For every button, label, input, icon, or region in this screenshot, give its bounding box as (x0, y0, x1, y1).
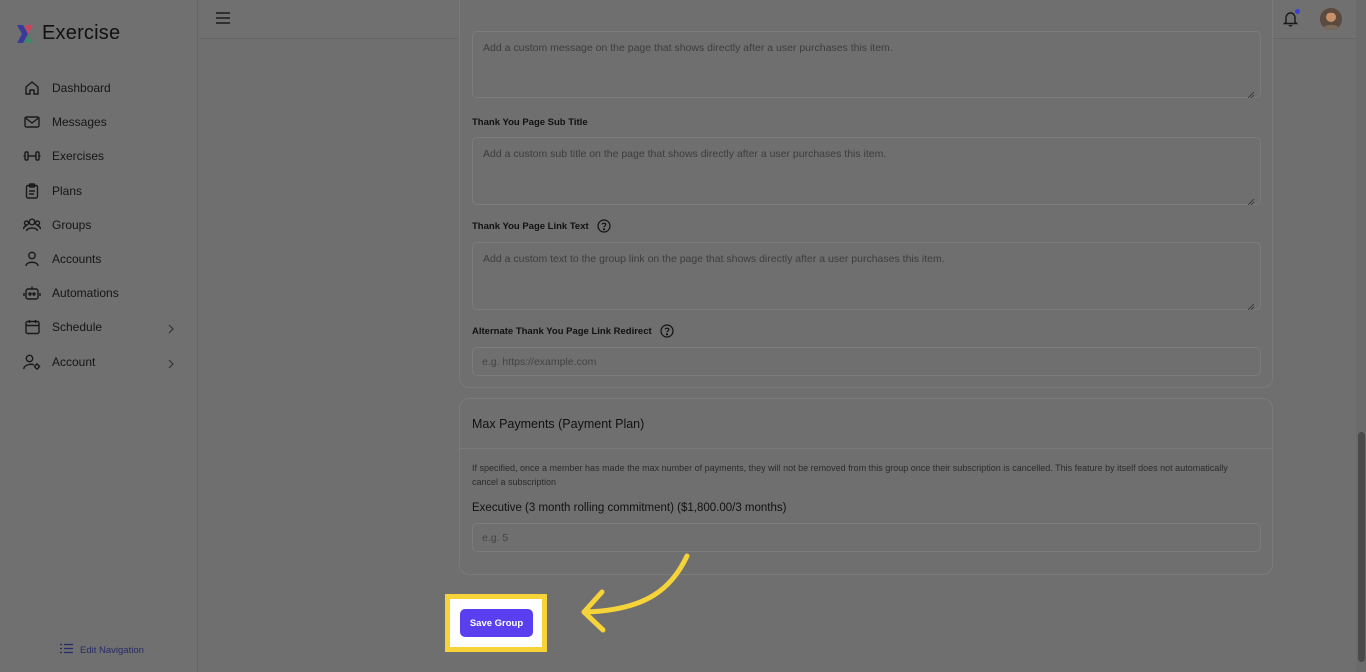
pointer-arrow-icon (572, 548, 697, 643)
sidebar: Exercise Dashboard Messages Exercises Pl… (0, 0, 198, 672)
sidebar-item-accounts[interactable]: Accounts (0, 242, 198, 276)
sidebar-item-label: Account (52, 354, 96, 369)
sidebar-item-label: Schedule (52, 320, 103, 335)
sidebar-item-exercises[interactable]: Exercises (0, 139, 198, 173)
card-divider (460, 448, 1272, 449)
plan-label: Executive (3 month rolling commitment) (… (472, 502, 787, 514)
logo-icon (14, 23, 36, 45)
link-text-field-label: Thank You Page Link Text (472, 219, 611, 233)
redirect-url-placeholder: e.g. https://example.com (482, 356, 597, 368)
subtitle-label-text: Thank You Page Sub Title (472, 117, 588, 128)
calendar-icon (22, 317, 42, 337)
thank-you-page-card: Add a custom message on the page that sh… (459, 0, 1273, 388)
chevron-right-icon (168, 356, 174, 374)
thank-you-message-textarea[interactable]: Add a custom message on the page that sh… (472, 31, 1261, 99)
users-icon (22, 215, 42, 235)
redirect-label-text: Alternate Thank You Page Link Redirect (472, 325, 652, 337)
sidebar-item-label: Accounts (52, 252, 102, 267)
sidebar-item-dashboard[interactable]: Dashboard (0, 71, 198, 105)
scrollbar-thumb[interactable] (1358, 432, 1365, 662)
sidebar-item-automations[interactable]: Automations (0, 276, 198, 310)
sidebar-item-label: Dashboard (52, 81, 111, 96)
robot-icon (22, 283, 42, 303)
page-scrollbar[interactable] (1356, 0, 1366, 672)
bell-icon[interactable] (1278, 7, 1302, 31)
app-logo[interactable]: Exercise (14, 22, 120, 45)
resize-handle-icon[interactable] (1247, 297, 1255, 311)
help-circle-icon[interactable] (597, 219, 611, 233)
resize-handle-icon[interactable] (1247, 85, 1255, 99)
edit-navigation-link[interactable]: Edit Navigation (60, 641, 144, 659)
sidebar-item-label: Groups (52, 217, 92, 232)
sidebar-nav: Dashboard Messages Exercises Plans Group… (0, 71, 198, 379)
home-icon (22, 78, 42, 98)
redirect-url-input[interactable]: e.g. https://example.com (472, 347, 1261, 376)
max-payments-description: If specified, once a member has made the… (472, 463, 1228, 487)
sidebar-item-label: Exercises (52, 149, 105, 164)
link-text-placeholder: Add a custom text to the group link on t… (483, 253, 945, 265)
app-name: Exercise (42, 22, 121, 44)
sidebar-item-plans[interactable]: Plans (0, 174, 198, 208)
subtitle-textarea[interactable]: Add a custom sub title on the page that … (472, 137, 1261, 206)
user-icon (22, 249, 42, 269)
user-gear-icon (22, 352, 42, 372)
link-text-label-text: Thank You Page Link Text (472, 220, 589, 232)
mail-icon (22, 112, 42, 132)
save-group-button[interactable]: Save Group (460, 609, 533, 637)
resize-handle-icon[interactable] (1247, 192, 1255, 206)
sidebar-item-messages[interactable]: Messages (0, 105, 198, 139)
link-text-textarea[interactable]: Add a custom text to the group link on t… (472, 242, 1261, 311)
subtitle-placeholder: Add a custom sub title on the page that … (483, 148, 887, 160)
chevron-right-icon (168, 321, 174, 339)
menu-icon[interactable] (216, 11, 230, 29)
max-payments-title: Max Payments (Payment Plan) (472, 417, 645, 431)
sidebar-item-label: Messages (52, 115, 107, 130)
notification-dot (1295, 9, 1300, 14)
sidebar-item-account[interactable]: Account (0, 345, 198, 379)
dumbbell-icon (22, 146, 42, 166)
sidebar-item-label: Plans (52, 183, 83, 198)
clipboard-icon (22, 181, 42, 201)
sidebar-item-label: Automations (52, 286, 119, 301)
list-icon (60, 641, 73, 659)
subtitle-field-label: Thank You Page Sub Title (472, 117, 588, 128)
sidebar-item-schedule[interactable]: Schedule (0, 310, 198, 344)
help-circle-icon[interactable] (660, 324, 674, 338)
edit-navigation-label: Edit Navigation (80, 644, 144, 656)
avatar[interactable] (1320, 8, 1342, 30)
max-payments-placeholder: e.g. 5 (482, 532, 509, 544)
thank-you-message-placeholder: Add a custom message on the page that sh… (483, 42, 893, 54)
redirect-field-label: Alternate Thank You Page Link Redirect (472, 324, 674, 338)
sidebar-item-groups[interactable]: Groups (0, 208, 198, 242)
